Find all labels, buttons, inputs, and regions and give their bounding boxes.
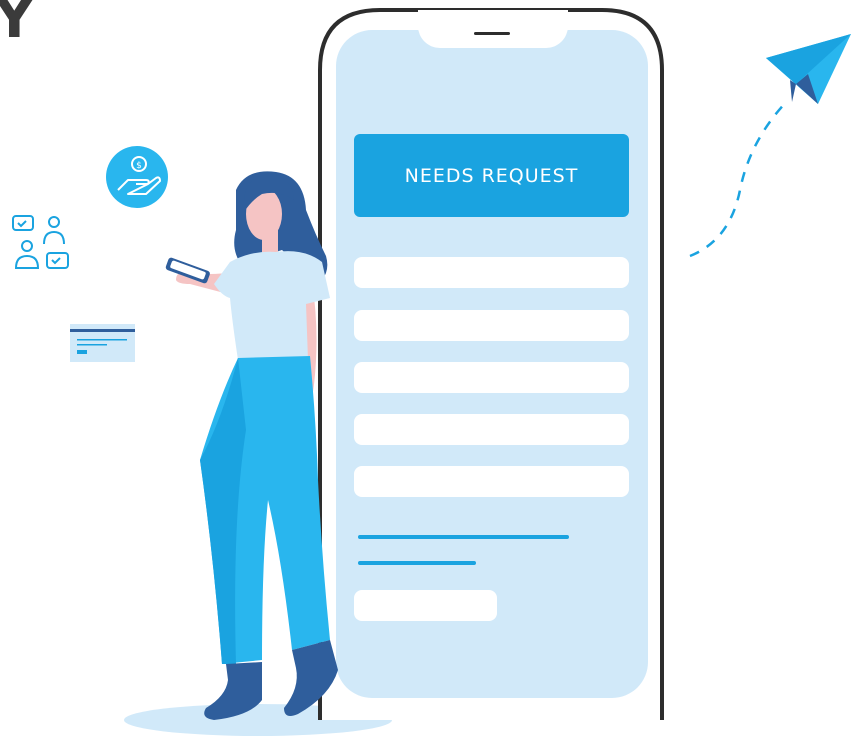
plane-flight-path <box>689 99 789 258</box>
dollar-hand-icon: $ <box>106 146 168 208</box>
paper-plane-icon <box>766 34 851 104</box>
credit-card-icon <box>70 324 135 362</box>
team-chat-icon <box>12 215 69 269</box>
svg-text:$: $ <box>136 161 142 171</box>
illustration-foreground: $ <box>12 34 851 720</box>
woman-figure <box>165 171 338 720</box>
